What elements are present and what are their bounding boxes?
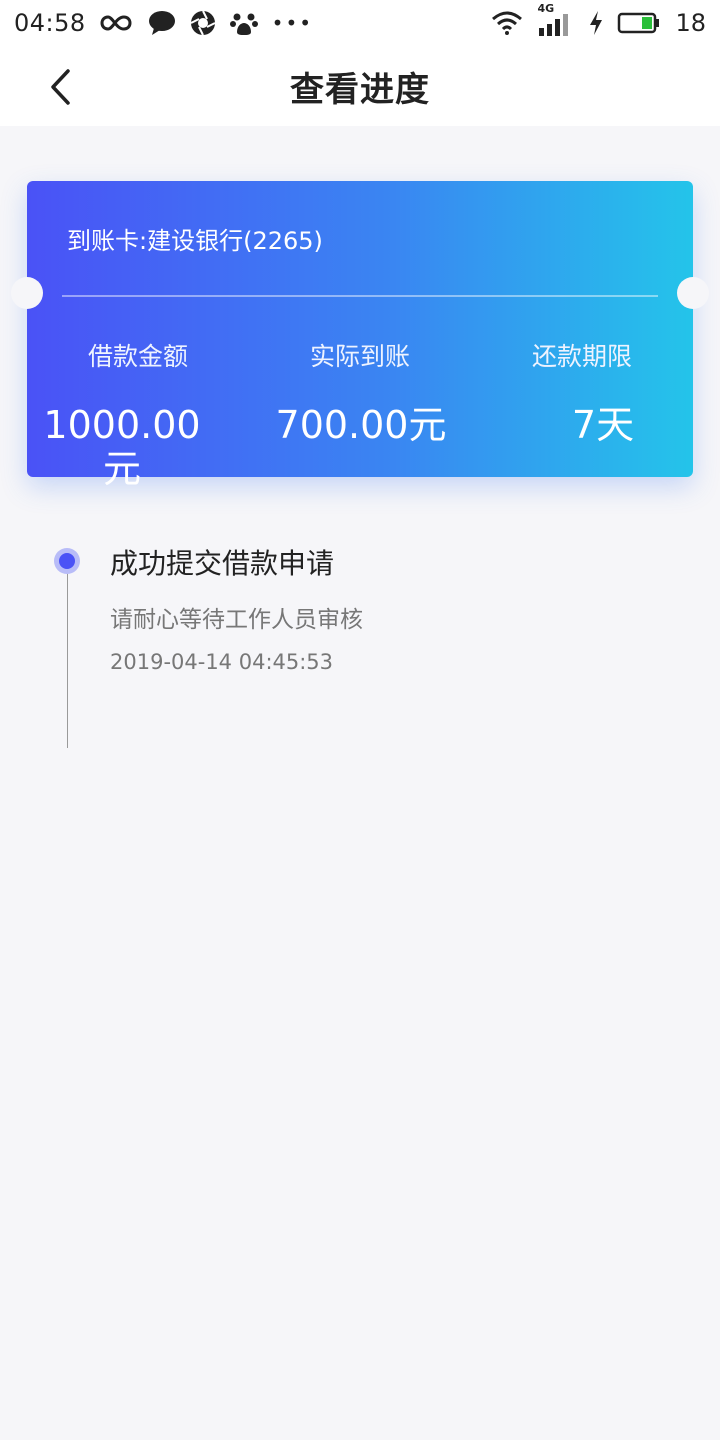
chat-bubble-icon (148, 10, 176, 36)
status-right: 4G 18 (491, 2, 706, 37)
repayment-term-label: 还款期限 (531, 342, 632, 371)
receiving-account: 到账卡:建设银行(2265) (67, 227, 323, 255)
timeline-item-title: 成功提交借款申请 (110, 547, 335, 580)
actual-received-value: 700.00元 (275, 403, 447, 447)
status-left: 04:58 ••• (14, 9, 313, 37)
more-dots-icon: ••• (271, 11, 314, 35)
page-title: 查看进度 (290, 69, 430, 110)
wifi-icon (491, 10, 523, 36)
battery-icon (617, 11, 661, 35)
timeline-line (67, 560, 68, 748)
charging-icon (589, 11, 603, 35)
back-button[interactable] (34, 64, 86, 110)
card-divider (62, 295, 658, 297)
paw-icon (229, 10, 258, 36)
aperture-icon (190, 10, 216, 36)
status-bar: 04:58 ••• 4G 18 (0, 0, 720, 46)
timeline-item-timestamp: 2019-04-14 04:45:53 (110, 650, 334, 674)
timeline-dot-inner (59, 553, 75, 569)
battery-level: 18 (675, 9, 706, 37)
progress-timeline: 成功提交借款申请 请耐心等待工作人员审核 2019-04-14 04:45:53 (0, 540, 720, 760)
loan-summary-card: 到账卡:建设银行(2265) 借款金额 1000.00元 实际到账 700.00… (11, 181, 709, 491)
loan-amount-label: 借款金额 (87, 342, 188, 371)
signal-icon: 4G (537, 2, 575, 36)
repayment-term-value: 7天 (571, 403, 635, 447)
actual-received-label: 实际到账 (309, 342, 410, 371)
loan-amount-value: 1000.00元 (43, 403, 201, 491)
header: 查看进度 (0, 46, 720, 126)
timeline-item-description: 请耐心等待工作人员审核 (110, 607, 363, 633)
card-notch-right (677, 277, 709, 309)
card-columns: 借款金额 1000.00元 实际到账 700.00元 还款期限 7天 (27, 333, 693, 491)
network-label: 4G (537, 2, 555, 15)
status-time: 04:58 (14, 9, 86, 37)
infinity-icon (100, 13, 134, 33)
chevron-left-icon (51, 69, 70, 105)
card-notch-left (11, 277, 43, 309)
timeline-dot (54, 548, 80, 574)
